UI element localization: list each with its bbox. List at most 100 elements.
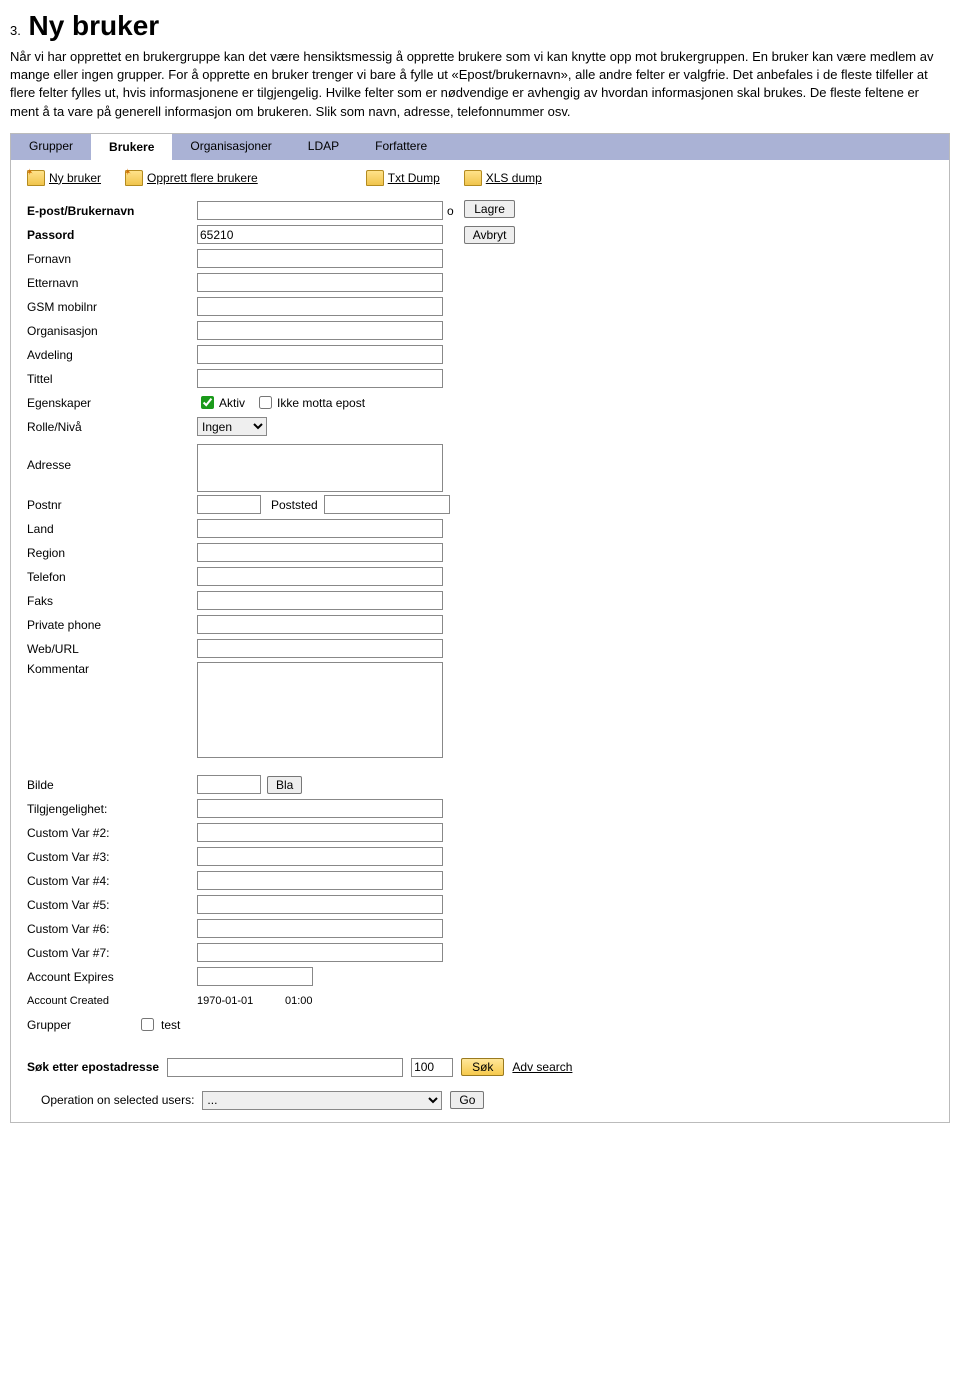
label-cv5: Custom Var #5: (27, 898, 197, 912)
label-cv7: Custom Var #7: (27, 946, 197, 960)
label-avdeling: Avdeling (27, 348, 197, 362)
passord-input[interactable] (197, 225, 443, 244)
search-row: Søk etter epostadresse Søk Adv search (11, 1050, 949, 1085)
aktiv-checkbox[interactable] (201, 396, 214, 409)
bla-button[interactable]: Bla (267, 776, 302, 794)
cv3-input[interactable] (197, 847, 443, 866)
ny-bruker-link[interactable]: Ny bruker (27, 170, 101, 186)
label-adresse: Adresse (27, 444, 197, 472)
search-limit-input[interactable] (411, 1058, 453, 1077)
label-tittel: Tittel (27, 372, 197, 386)
label-organisasjon: Organisasjon (27, 324, 197, 338)
postnr-input[interactable] (197, 495, 261, 514)
faks-input[interactable] (197, 591, 443, 610)
label-fornavn: Fornavn (27, 252, 197, 266)
opprett-flere-link[interactable]: Opprett flere brukere (125, 170, 258, 186)
label-rolle: Rolle/Nivå (27, 420, 197, 434)
adv-search-link[interactable]: Adv search (512, 1060, 572, 1074)
label-cv3: Custom Var #3: (27, 850, 197, 864)
avbryt-button[interactable]: Avbryt (464, 226, 516, 244)
gruppe-test-label: test (161, 1018, 180, 1032)
label-grupper: Grupper (27, 1018, 137, 1032)
cv6-input[interactable] (197, 919, 443, 938)
go-button[interactable]: Go (450, 1091, 484, 1109)
o-text: o (447, 204, 454, 218)
label-land: Land (27, 522, 197, 536)
intro-number: 3. (10, 23, 21, 38)
tab-grupper[interactable]: Grupper (11, 134, 91, 160)
gsm-input[interactable] (197, 297, 443, 316)
label-bilde: Bilde (27, 778, 197, 792)
etternavn-input[interactable] (197, 273, 443, 292)
label-cv2: Custom Var #2: (27, 826, 197, 840)
weburl-input[interactable] (197, 639, 443, 658)
label-kommentar: Kommentar (27, 662, 197, 676)
privphone-input[interactable] (197, 615, 443, 634)
tab-ldap[interactable]: LDAP (290, 134, 357, 160)
organisasjon-input[interactable] (197, 321, 443, 340)
search-label: Søk etter epostadresse (27, 1060, 159, 1074)
ikke-motta-label: Ikke motta epost (277, 396, 365, 410)
lagre-button[interactable]: Lagre (464, 200, 516, 218)
ops-select[interactable]: ... (202, 1091, 442, 1110)
region-input[interactable] (197, 543, 443, 562)
xls-dump-link[interactable]: XLS dump (464, 170, 542, 186)
label-poststed: Poststed (271, 498, 318, 512)
folder-icon (366, 170, 384, 186)
acc-exp-input[interactable] (197, 967, 313, 986)
cv5-input[interactable] (197, 895, 443, 914)
txt-dump-label: Txt Dump (388, 171, 440, 185)
land-input[interactable] (197, 519, 443, 538)
search-input[interactable] (167, 1058, 403, 1077)
cv7-input[interactable] (197, 943, 443, 962)
telefon-input[interactable] (197, 567, 443, 586)
tab-brukere[interactable]: Brukere (91, 134, 172, 160)
tab-bar: Grupper Brukere Organisasjoner LDAP Forf… (11, 134, 949, 160)
bilde-input[interactable] (197, 775, 261, 794)
kommentar-textarea[interactable] (197, 662, 443, 758)
folder-star-icon (125, 170, 143, 186)
created-time: 01:00 (285, 995, 313, 1007)
poststed-input[interactable] (324, 495, 450, 514)
fornavn-input[interactable] (197, 249, 443, 268)
label-faks: Faks (27, 594, 197, 608)
gruppe-test-checkbox[interactable] (141, 1018, 154, 1031)
cv4-input[interactable] (197, 871, 443, 890)
cv2-input[interactable] (197, 823, 443, 842)
search-button[interactable]: Søk (461, 1058, 504, 1076)
tab-organisasjoner[interactable]: Organisasjoner (172, 134, 289, 160)
intro-title: Ny bruker (28, 10, 159, 41)
avdeling-input[interactable] (197, 345, 443, 364)
label-telefon: Telefon (27, 570, 197, 584)
tilgj-input[interactable] (197, 799, 443, 818)
label-region: Region (27, 546, 197, 560)
form-area: E-post/Brukernavn o Passord Fornavn Ette… (11, 196, 949, 1050)
action-col: Lagre Avbryt (464, 200, 516, 244)
label-passord: Passord (27, 228, 197, 242)
label-cv4: Custom Var #4: (27, 874, 197, 888)
xls-dump-label: XLS dump (486, 171, 542, 185)
aktiv-label: Aktiv (219, 396, 245, 410)
label-etternavn: Etternavn (27, 276, 197, 290)
epost-input[interactable] (197, 201, 443, 220)
label-egenskaper: Egenskaper (27, 396, 197, 410)
label-weburl: Web/URL (27, 642, 197, 656)
label-acc-created: Account Created (27, 995, 197, 1007)
intro-text: Når vi har opprettet en brukergruppe kan… (10, 48, 950, 121)
ikke-motta-checkbox[interactable] (259, 396, 272, 409)
toolbar: Ny bruker Opprett flere brukere Txt Dump… (11, 160, 949, 196)
txt-dump-link[interactable]: Txt Dump (366, 170, 440, 186)
folder-star-icon (27, 170, 45, 186)
created-date: 1970-01-01 (197, 995, 285, 1007)
label-epost: E-post/Brukernavn (27, 204, 197, 218)
label-postnr: Postnr (27, 498, 197, 512)
label-acc-exp: Account Expires (27, 970, 197, 984)
ny-bruker-label: Ny bruker (49, 171, 101, 185)
adresse-textarea[interactable] (197, 444, 443, 492)
label-cv6: Custom Var #6: (27, 922, 197, 936)
label-gsm: GSM mobilnr (27, 300, 197, 314)
tab-forfattere[interactable]: Forfattere (357, 134, 445, 160)
tittel-input[interactable] (197, 369, 443, 388)
rolle-select[interactable]: Ingen (197, 417, 267, 436)
opprett-flere-label: Opprett flere brukere (147, 171, 258, 185)
